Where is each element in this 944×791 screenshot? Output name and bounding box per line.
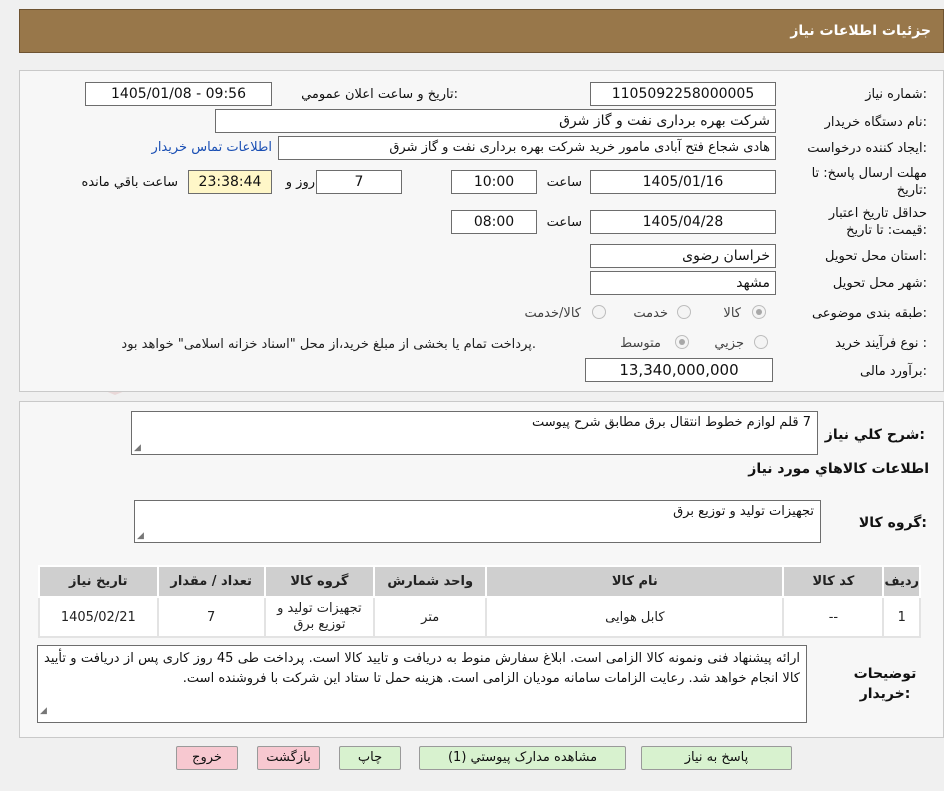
creator-field: هادی شجاع فتح آبادی مامور خرید شرکت بهره…: [278, 136, 776, 160]
announce-label: تاریخ و ساعت اعلان عمومي:: [301, 87, 458, 102]
days-label: روز و: [285, 175, 315, 190]
category-label: طبقه بندی موضوعی:: [811, 306, 927, 321]
description-label: شرح کلي نياز:: [824, 427, 925, 443]
category-option-service: خدمت: [633, 306, 668, 321]
description-text: 7 قلم لوازم خطوط انتقال برق مطابق شرح پی…: [532, 415, 811, 430]
goods-table-header: ردیف کد کالا نام کالا واحد شمارش گروه کا…: [38, 565, 921, 598]
col-qty: تعداد / مقدار: [156, 565, 266, 598]
cell-date: 1405/02/21: [38, 596, 159, 638]
process-radio-partial[interactable]: [754, 335, 768, 349]
reply-button[interactable]: پاسخ به نیاز: [641, 746, 792, 770]
process-label: نوع فرآیند خرید :: [835, 336, 927, 351]
print-button[interactable]: چاپ: [339, 746, 401, 770]
resize-grip-icon: ◢: [134, 443, 141, 453]
reply-deadline-label: مهلت ارسال پاسخ: تا تاریخ:: [811, 166, 927, 198]
col-unit: واحد شمارش: [373, 565, 488, 598]
process-radio-medium[interactable]: [675, 335, 689, 349]
cell-name: کابل هوایی: [485, 596, 785, 638]
resize-grip-icon: ◢: [137, 531, 144, 541]
process-option-medium: متوسط: [620, 336, 661, 351]
buyer-notes-textarea[interactable]: ارائه پیشنهاد فنی ونمونه کالا الزامی است…: [37, 645, 807, 723]
cell-code: --: [782, 596, 885, 638]
col-date: تاریخ نیاز: [38, 565, 159, 598]
goods-group-label: گروه کالا:: [858, 515, 927, 531]
province-label: استان محل تحویل:: [825, 249, 927, 264]
cell-qty: 7: [156, 596, 266, 638]
category-option-goods-service: کالا/خدمت: [524, 306, 581, 321]
process-note: پرداخت تمام یا بخشی از مبلغ خرید،از محل …: [121, 337, 536, 352]
cell-row: 1: [882, 596, 921, 638]
category-option-goods: کالا: [723, 306, 741, 321]
resize-grip-icon: ◢: [40, 706, 47, 716]
buyer-org-label: نام دستگاه خريدار:: [824, 115, 927, 130]
category-radio-goods[interactable]: [752, 305, 766, 319]
buyer-notes-text: ارائه پیشنهاد فنی ونمونه کالا الزامی است…: [44, 651, 801, 686]
remaining-label: ساعت باقي مانده: [81, 175, 178, 190]
need-number-label: شماره نیاز:: [865, 87, 927, 102]
city-field: مشهد: [590, 271, 776, 295]
reply-time-field: 10:00: [451, 170, 537, 194]
buyer-org-field: شرکت بهره برداری نفت و گاز شرق: [215, 109, 776, 133]
process-option-partial: جزیي: [714, 336, 744, 351]
col-row: ردیف: [882, 565, 921, 598]
buyer-notes-label: توضیحات خریدار:: [853, 666, 917, 702]
need-number-field: 1105092258000005: [590, 82, 776, 106]
buyer-contact-link[interactable]: اطلاعات تماس خریدار: [152, 140, 272, 155]
budget-field: 13,340,000,000: [585, 358, 773, 382]
announce-datetime-field: 1405/01/08 - 09:56: [85, 82, 272, 106]
table-row: 1 -- کابل هوایی متر تجهیزات تولید و توزی…: [38, 596, 921, 638]
goods-table: ردیف کد کالا نام کالا واحد شمارش گروه کا…: [38, 565, 921, 638]
validity-label: حداقل تاریخ اعتبار قیمت: تا تاریخ:: [828, 206, 927, 238]
goods-group-textarea[interactable]: تجهیزات تولید و توزیع برق ◢: [134, 500, 821, 543]
cell-group: تجهیزات تولید و توزیع برق: [263, 596, 376, 638]
reply-date-field: 1405/01/16: [590, 170, 776, 194]
validity-time-field: 08:00: [451, 210, 537, 234]
creator-label: ایجاد کننده درخواست:: [807, 141, 927, 156]
back-button[interactable]: بازگشت: [257, 746, 320, 770]
budget-label: برآورد مالی:: [860, 364, 927, 379]
cell-unit: متر: [373, 596, 488, 638]
validity-date-field: 1405/04/28: [590, 210, 776, 234]
goods-section-title: اطلاعات کالاهاي مورد نياز: [748, 461, 929, 477]
col-name: نام کالا: [485, 565, 785, 598]
col-code: کد کالا: [782, 565, 885, 598]
remaining-time-field: 23:38:44: [188, 170, 272, 194]
page-title: جزئیات اطلاعات نیاز: [790, 23, 931, 39]
reply-hour-label: ساعت: [546, 175, 582, 190]
page-header: جزئیات اطلاعات نیاز: [19, 9, 944, 53]
exit-button[interactable]: خروج: [176, 746, 238, 770]
category-radio-goods-service[interactable]: [592, 305, 606, 319]
days-field: 7: [316, 170, 402, 194]
view-attachments-button[interactable]: مشاهده مدارک پیوستي (1): [419, 746, 626, 770]
validity-hour-label: ساعت: [546, 215, 582, 230]
col-group: گروه کالا: [263, 565, 376, 598]
category-radio-service[interactable]: [677, 305, 691, 319]
goods-group-text: تجهیزات تولید و توزیع برق: [673, 504, 814, 519]
city-label: شهر محل تحویل:: [832, 276, 927, 291]
province-field: خراسان رضوی: [590, 244, 776, 268]
description-textarea[interactable]: 7 قلم لوازم خطوط انتقال برق مطابق شرح پی…: [131, 411, 818, 455]
